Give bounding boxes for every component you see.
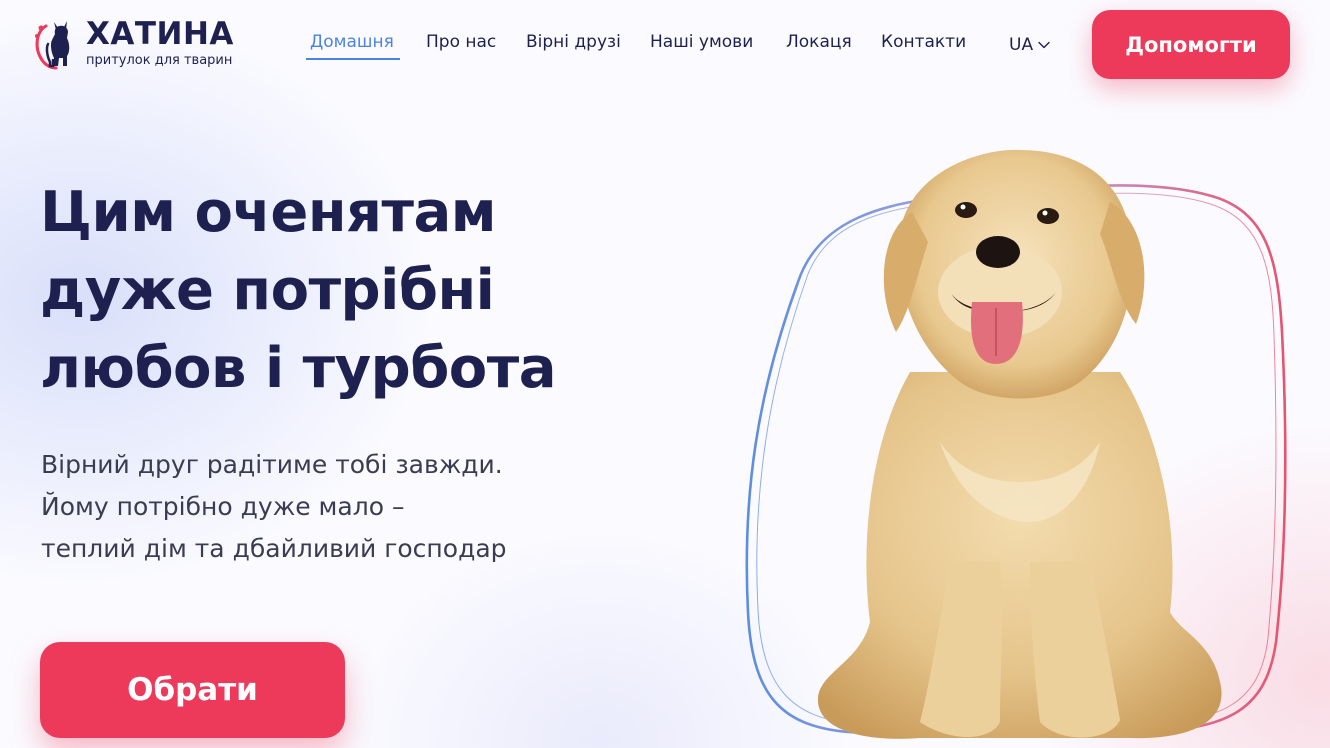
hero-title: Цим оченятам дуже потрібні любов і турбо… — [40, 174, 680, 408]
logo-title: ХАТИНА — [86, 16, 234, 52]
hero-text-line: Йому потрібно дуже мало – — [41, 492, 405, 521]
cat-and-dog-logo-icon — [35, 21, 70, 70]
nav-item-friends[interactable]: Вірні друзі — [526, 32, 621, 52]
help-button[interactable]: Допомогти — [1092, 10, 1290, 79]
nav-item-location[interactable]: Локаця — [786, 32, 852, 52]
hero-title-line: Цим оченятам — [40, 180, 497, 245]
logo[interactable]: ХАТИНА притулок для тварин — [32, 16, 252, 72]
nav-item-conditions[interactable]: Наші умови — [650, 32, 753, 52]
choose-button[interactable]: Обрати — [40, 642, 345, 738]
chevron-down-icon — [1038, 41, 1050, 49]
nav-item-contacts[interactable]: Контакти — [881, 32, 966, 52]
nav-item-about[interactable]: Про нас — [426, 32, 496, 52]
hero-title-line: любов і турбота — [40, 336, 557, 401]
logo-tagline: притулок для тварин — [86, 53, 233, 68]
nav-item-home[interactable]: Домашня — [306, 32, 400, 60]
hero-description: Вірний друг радітиме тобі завжди. Йому п… — [41, 444, 641, 570]
hero-title-line: дуже потрібні — [40, 258, 495, 323]
language-selector[interactable]: UA — [1009, 35, 1050, 55]
language-label: UA — [1009, 35, 1034, 55]
hero-text-line: теплий дім та дбайливий господар — [41, 534, 507, 563]
puppy-image — [817, 149, 1222, 739]
hero-text-line: Вірний друг радітиме тобі завжди. — [41, 450, 503, 479]
